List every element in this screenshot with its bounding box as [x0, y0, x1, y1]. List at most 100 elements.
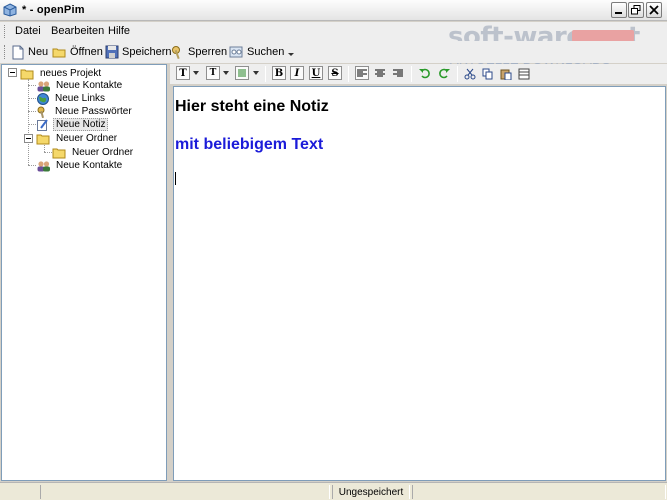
save-disk-icon	[105, 45, 119, 59]
save-button[interactable]: Speichern	[105, 43, 172, 61]
tree-line	[44, 152, 52, 153]
open-folder-icon	[52, 48, 66, 57]
text-color-dropdown-chevron-icon[interactable]	[253, 71, 259, 75]
font-size-dropdown-chevron-icon[interactable]	[223, 71, 229, 75]
title-bar: * - openPim	[0, 0, 667, 21]
tree-collapse-root-icon[interactable]	[8, 68, 17, 77]
align-center-icon	[375, 69, 385, 77]
close-button[interactable]	[646, 2, 662, 18]
restore-button[interactable]	[628, 2, 644, 18]
text-color-icon[interactable]	[235, 66, 249, 80]
font-icon[interactable]: T	[176, 66, 190, 80]
note-line-1: Hier steht eine Notiz	[175, 98, 329, 115]
tree-item-links[interactable]: Neue Links	[36, 92, 107, 105]
tree-item-label: Neuer Ordner	[56, 133, 118, 144]
lock-label: Sperren	[188, 46, 228, 58]
toolbar-separator	[348, 66, 349, 82]
close-icon	[649, 5, 659, 15]
tree-collapse-folder-icon[interactable]	[24, 134, 33, 143]
cut-scissors-icon	[464, 68, 476, 79]
tree-item-note[interactable]: Neue Notiz	[36, 118, 109, 131]
tree-item-subfolder[interactable]: Neuer Ordner	[52, 146, 135, 159]
status-bar: Ungespeichert	[0, 482, 667, 500]
toolbar-separator	[265, 66, 266, 82]
lock-key-icon	[172, 45, 180, 59]
folder-icon	[20, 69, 34, 79]
contacts-icon	[37, 160, 50, 171]
app-cube-icon	[3, 3, 17, 17]
lock-button[interactable]: Sperren	[171, 43, 227, 61]
font-size-icon[interactable]: T	[206, 66, 220, 80]
copy-button[interactable]	[480, 66, 496, 81]
tree-item-contacts-2[interactable]: Neue Kontakte	[36, 159, 124, 172]
underline-button[interactable]: U	[309, 66, 323, 80]
toolbar-grip[interactable]	[4, 45, 7, 59]
menu-hilfe[interactable]: Hilfe	[108, 25, 130, 37]
folder-icon	[52, 148, 66, 158]
align-center-button[interactable]	[372, 66, 388, 81]
search-binoculars-icon	[229, 46, 243, 58]
redo-button[interactable]	[436, 66, 452, 81]
toolbar-separator	[411, 66, 412, 82]
minimize-button[interactable]	[611, 2, 627, 18]
format-toolbar: T T B I U S	[170, 64, 667, 84]
menu-grip[interactable]	[4, 25, 7, 38]
menu-bar: Datei Bearbeiten Hilfe	[0, 22, 667, 41]
folder-icon	[36, 134, 50, 144]
table-icon	[518, 68, 530, 79]
tree-item-label: Neue Links	[55, 93, 106, 104]
align-right-icon	[393, 69, 403, 77]
menu-datei[interactable]: Datei	[15, 25, 41, 37]
paste-button[interactable]	[498, 66, 514, 81]
toolbar-separator	[457, 66, 458, 82]
align-left-icon	[357, 69, 367, 76]
tree-line	[28, 124, 36, 125]
open-label: Öffnen	[70, 46, 103, 58]
restore-icon	[631, 5, 641, 15]
project-tree[interactable]: neues Projekt Neue Kontakte Neue Links N…	[1, 64, 167, 481]
minimize-icon	[615, 12, 622, 14]
undo-icon	[419, 68, 430, 79]
tree-line	[28, 165, 36, 166]
tree-item-passwords[interactable]: Neue Passwörter	[36, 105, 134, 118]
tree-line	[28, 79, 29, 165]
search-label: Suchen	[247, 46, 285, 58]
text-cursor	[175, 172, 176, 185]
insert-table-button[interactable]	[516, 66, 532, 81]
key-icon	[37, 106, 45, 118]
tree-item-contacts[interactable]: Neue Kontakte	[36, 79, 124, 92]
font-dropdown-chevron-icon[interactable]	[193, 71, 199, 75]
note-line-2: mit beliebigem Text	[175, 136, 324, 153]
tree-line	[44, 145, 45, 152]
italic-button[interactable]: I	[290, 66, 304, 80]
status-cell-empty	[412, 485, 666, 499]
new-button[interactable]: Neu	[11, 43, 48, 61]
menu-bearbeiten[interactable]: Bearbeiten	[51, 25, 104, 37]
globe-icon	[37, 92, 49, 105]
align-right-button[interactable]	[390, 66, 406, 81]
strikethrough-button[interactable]: S	[328, 66, 342, 80]
save-status-text: Ungespeichert	[332, 485, 410, 499]
tree-item-folder[interactable]: Neuer Ordner	[36, 132, 119, 145]
redo-icon	[439, 68, 450, 79]
align-left-button[interactable]	[355, 66, 369, 80]
tree-line	[28, 111, 36, 112]
status-cell-empty	[40, 485, 330, 499]
note-icon	[37, 118, 48, 131]
new-document-icon	[12, 45, 24, 59]
undo-button[interactable]	[417, 66, 433, 81]
tree-line	[28, 85, 36, 86]
tree-line	[28, 98, 36, 99]
open-button[interactable]: Öffnen	[52, 43, 103, 61]
tree-item-label: Neue Passwörter	[55, 106, 132, 117]
save-label: Speichern	[122, 46, 172, 58]
contacts-icon	[37, 80, 50, 91]
search-button[interactable]: Suchen	[229, 43, 284, 61]
new-label: Neu	[28, 46, 49, 58]
bold-button[interactable]: B	[272, 66, 286, 80]
tree-item-label: Neue Kontakte	[56, 80, 123, 91]
note-editor[interactable]: Hier steht eine Notiz mit beliebigem Tex…	[173, 86, 666, 481]
cut-button[interactable]	[462, 66, 478, 81]
tree-item-label: Neuer Ordner	[72, 147, 134, 158]
toolbar-overflow-chevron-icon[interactable]	[288, 53, 294, 56]
